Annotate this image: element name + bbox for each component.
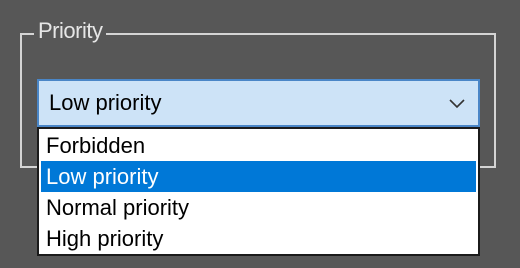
priority-dropdown-list: Forbidden Low priority Normal priority H… [37, 127, 480, 256]
priority-group-title: Priority [34, 16, 107, 46]
option-high-priority[interactable]: High priority [41, 223, 476, 254]
chevron-down-icon[interactable] [446, 92, 468, 114]
priority-combobox[interactable]: Low priority [37, 79, 480, 127]
priority-combobox-value: Low priority [49, 90, 162, 115]
option-forbidden[interactable]: Forbidden [41, 130, 476, 161]
option-low-priority[interactable]: Low priority [41, 161, 476, 192]
option-normal-priority[interactable]: Normal priority [41, 192, 476, 223]
